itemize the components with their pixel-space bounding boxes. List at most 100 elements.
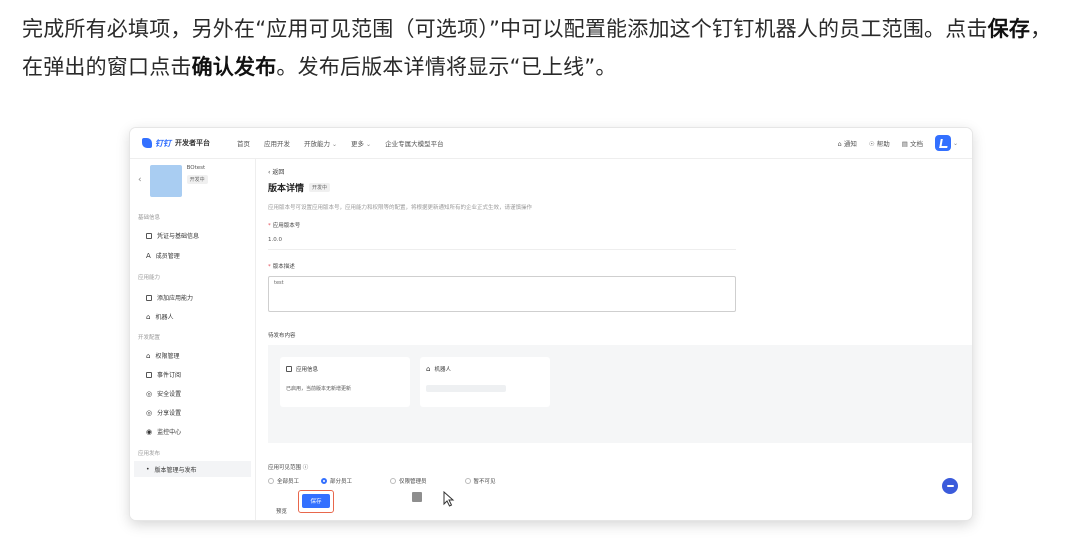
radio-all-staff[interactable] xyxy=(268,478,274,484)
nav-item-open-capability-label: 开放能力 xyxy=(304,140,330,148)
help-link[interactable]: ☉ 帮助 xyxy=(869,138,890,148)
radio-partial-staff[interactable] xyxy=(321,478,328,484)
nav-item-home[interactable]: 首页 xyxy=(237,138,250,148)
preview-label: 预览 xyxy=(276,509,288,515)
avatar[interactable] xyxy=(934,135,951,151)
document-icon: ▤ xyxy=(901,140,910,148)
app-info-card[interactable]: 应用信息 已启用，当前版本无新增更新 xyxy=(280,357,410,407)
save-label: 保存 xyxy=(310,499,322,505)
instruction-part3: 。发布后版本详情将显示“已上线”。 xyxy=(276,55,617,79)
placeholder-line xyxy=(426,385,506,392)
chevron-left-icon[interactable]: ‹ xyxy=(138,175,142,185)
publish-content-label: 待发布内容 xyxy=(268,333,296,339)
app-status-badge: 开发中 xyxy=(186,175,208,184)
app-meta: BOtest 开发中 xyxy=(186,165,208,184)
sidebar-item-members[interactable]: A 成员管理 xyxy=(146,251,180,261)
back-label: 返回 xyxy=(272,169,285,176)
sidebar-item-label: 权限管理 xyxy=(155,353,180,360)
key-icon xyxy=(146,232,152,239)
notification-link[interactable]: ⌂ 通知 xyxy=(838,138,857,148)
nav-item-open-capability[interactable]: 开放能力 ⌄ xyxy=(304,138,337,148)
calendar-icon xyxy=(286,366,292,372)
sidebar-item-share[interactable]: ◎ 分享设置 xyxy=(146,408,182,418)
sidebar-section-basic: 基础信息 xyxy=(138,215,161,221)
radio-label: 仅限管理员 xyxy=(399,479,427,485)
sidebar-item-monitor[interactable]: ◉ 监控中心 xyxy=(146,427,182,437)
sidebar-section-publish: 应用发布 xyxy=(138,451,161,457)
sidebar-item-credentials[interactable]: 凭证与基础信息 xyxy=(146,231,199,240)
radio-invisible[interactable] xyxy=(464,478,471,484)
docs-link[interactable]: ▤ 文档 xyxy=(902,138,923,148)
visibility-label: 应用可见范围 ⓘ xyxy=(268,463,308,471)
grid-icon xyxy=(146,294,152,301)
radio-admin-only[interactable] xyxy=(390,478,397,484)
required-mark: * xyxy=(268,223,271,229)
card-head: 应用信息 xyxy=(286,365,404,373)
instruction-confirm-bold: 确认发布 xyxy=(191,55,277,79)
version-description-textarea[interactable]: test xyxy=(268,276,736,312)
info-icon: ⓘ xyxy=(301,465,309,471)
sidebar-item-robot[interactable]: ⌂ 机器人 xyxy=(146,312,174,322)
mouse-cursor-icon xyxy=(443,491,455,507)
nav-item-llm-platform[interactable]: 企业专属大模型平台 xyxy=(385,138,444,148)
desc-label: * 版本描述 xyxy=(268,262,295,270)
sidebar: ‹ BOtest 开发中 基础信息 凭证与基础信息 A 成员管理 应用能力 添加应… xyxy=(130,159,256,520)
screenshot-frame: 钉钉 开发者平台 首页 应用开发 开放能力 ⌄ 更多 ⌄ 企业专属大模型平台 ⌂ 通… xyxy=(130,128,972,520)
bullet-icon: • xyxy=(146,465,150,473)
card-head: ⌂ 机器人 xyxy=(426,365,544,373)
version-label-text: 应用版本号 xyxy=(272,223,301,229)
sidebar-item-label: 监控中心 xyxy=(157,429,182,436)
sidebar-item-events[interactable]: 事件订阅 xyxy=(146,370,181,379)
instruction-part1: 完成所有必填项，另外在“应用可见范围（可选项）”中可以配置能添加这个钉钉机器人的… xyxy=(22,17,988,41)
robot-icon: ⌂ xyxy=(146,312,151,321)
app-name: BOtest xyxy=(186,165,206,171)
logo-text: 钉钉 xyxy=(155,138,171,148)
visibility-radio-group: 全部员工 部分员工 仅限管理员 暂不可见 xyxy=(268,477,496,485)
help-icon: ☉ xyxy=(868,140,877,148)
app-card: ‹ BOtest 开发中 xyxy=(138,165,208,197)
help-label: 帮助 xyxy=(876,140,890,148)
card-title: 机器人 xyxy=(434,367,451,373)
sidebar-section-capability: 应用能力 xyxy=(138,275,161,281)
desc-label-text: 版本描述 xyxy=(272,264,295,270)
sidebar-section-dev-config: 开发配置 xyxy=(138,335,161,341)
title-row: 版本详情 开发中 xyxy=(268,181,331,194)
instruction-text: 完成所有必填项，另外在“应用可见范围（可选项）”中可以配置能添加这个钉钉机器人的… xyxy=(22,10,1072,86)
radio-label: 暂不可见 xyxy=(473,479,496,485)
instruction-save-bold: 保存 xyxy=(987,17,1031,41)
sidebar-item-label: 机器人 xyxy=(155,314,174,321)
logo-subtitle: 开发者平台 xyxy=(175,139,210,147)
sidebar-item-add-capability[interactable]: 添加应用能力 xyxy=(146,293,193,302)
person-icon: A xyxy=(146,251,151,260)
page-title: 版本详情 xyxy=(268,184,305,194)
nav-item-more-label: 更多 xyxy=(351,140,365,148)
sidebar-item-security[interactable]: ◎ 安全设置 xyxy=(146,389,182,399)
dingtalk-logo-icon xyxy=(142,138,152,148)
divider xyxy=(268,249,736,250)
sidebar-item-label: 凭证与基础信息 xyxy=(157,233,200,240)
nav-right-group: ⌂ 通知 ☉ 帮助 ▤ 文档 ⌄ xyxy=(838,128,958,158)
member-selector-icon[interactable] xyxy=(412,492,422,502)
logo[interactable]: 钉钉 开发者平台 xyxy=(142,138,237,149)
sidebar-item-label: 安全设置 xyxy=(157,391,182,398)
sidebar-item-version-publish[interactable]: • 版本管理与发布 xyxy=(134,461,251,477)
floating-assistant-icon[interactable] xyxy=(942,478,958,494)
back-link[interactable]: ‹ 返回 xyxy=(268,167,284,176)
preview-button[interactable]: 预览 xyxy=(276,498,287,517)
sidebar-item-permissions[interactable]: ⌂ 权限管理 xyxy=(146,351,180,361)
sidebar-item-label: 分享设置 xyxy=(157,410,182,417)
chevron-down-icon[interactable]: ⌄ xyxy=(953,140,958,147)
radio-label: 全部员工 xyxy=(277,479,300,485)
monitor-icon: ◉ xyxy=(146,427,153,436)
save-button[interactable]: 保存 xyxy=(302,494,330,508)
nav-item-app-dev[interactable]: 应用开发 xyxy=(264,138,290,148)
robot-card[interactable]: ⌂ 机器人 xyxy=(420,357,550,407)
top-navigation: 钉钉 开发者平台 首页 应用开发 开放能力 ⌄ 更多 ⌄ 企业专属大模型平台 ⌂ 通… xyxy=(130,128,972,159)
chevron-down-icon: ⌄ xyxy=(332,141,338,148)
status-badge: 开发中 xyxy=(309,183,331,192)
notification-label: 通知 xyxy=(843,140,857,148)
card-title: 应用信息 xyxy=(296,367,319,373)
shield-icon: ◎ xyxy=(146,389,153,398)
nav-item-more[interactable]: 更多 ⌄ xyxy=(351,138,371,148)
card-description: 已启用，当前版本无新增更新 xyxy=(286,386,352,392)
